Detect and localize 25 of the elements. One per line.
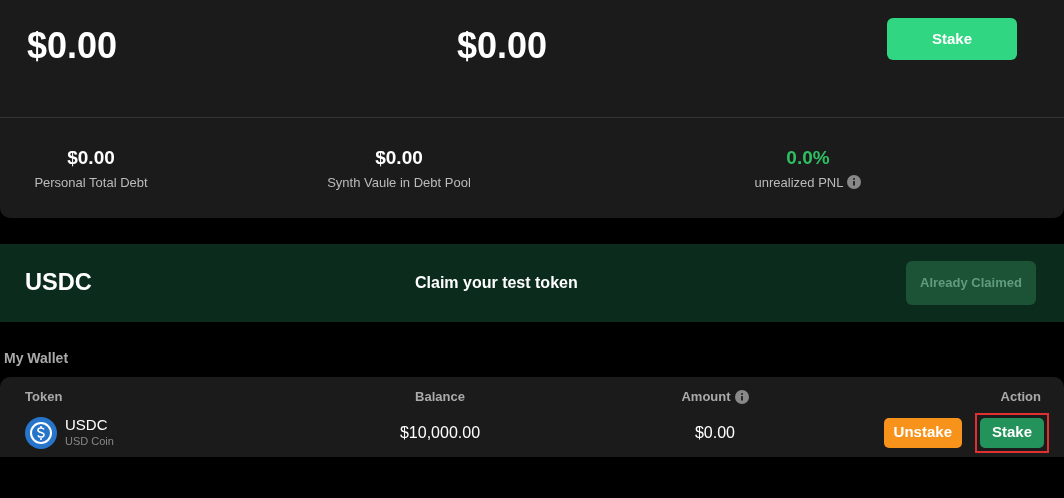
column-header: Amount — [681, 388, 731, 406]
stat-label: Personal Total Debt — [34, 173, 148, 192]
info-icon[interactable] — [734, 389, 749, 404]
coin-icon — [25, 416, 57, 449]
amount-value: $0.00 — [457, 28, 548, 64]
stake-button[interactable]: Stake — [887, 18, 1017, 60]
token-symbol: USDC — [65, 416, 109, 435]
stake-button[interactable]: Stake — [979, 417, 1044, 448]
section-title: My Wallet — [3, 349, 70, 368]
column-header: Token — [25, 388, 63, 406]
stat-label: Synth Vaule in Debt Pool — [327, 173, 471, 192]
stat-value: 0.0% — [785, 146, 831, 170]
table-cell: $0.00 — [694, 423, 735, 441]
claim-message: Claim your test token — [415, 273, 579, 293]
stat-value: $0.00 — [374, 146, 424, 170]
stat-value: $0.00 — [66, 146, 116, 170]
token-title: USDC — [25, 268, 93, 298]
column-header: Action — [1000, 388, 1041, 406]
token-name: USD Coin — [65, 435, 114, 449]
info-icon[interactable] — [847, 175, 862, 190]
table-cell: $10,000.00 — [399, 423, 481, 441]
unstake-button[interactable]: Unstake — [883, 417, 962, 448]
amount-value: $0.00 — [27, 28, 119, 64]
column-header: Balance — [415, 388, 465, 406]
stat-label: unrealized PNL — [754, 173, 844, 192]
